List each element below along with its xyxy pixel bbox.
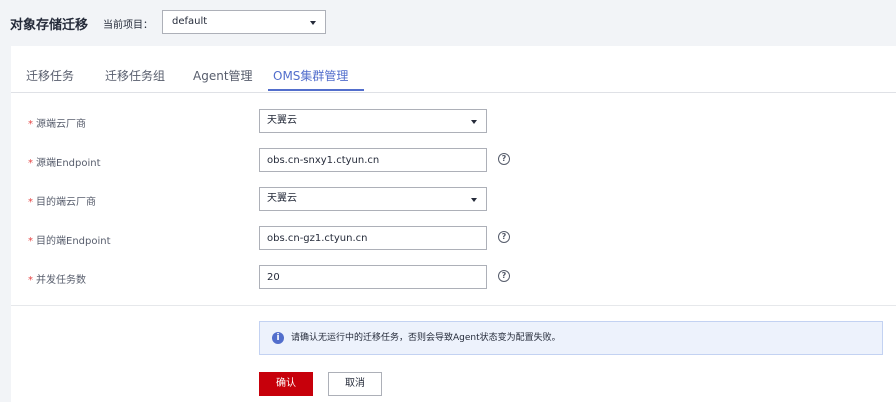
tab-agent-management[interactable]: Agent管理 <box>193 67 253 84</box>
project-select[interactable]: default <box>162 10 326 34</box>
required-mark: * <box>28 197 33 208</box>
confirm-button[interactable]: 确认 <box>259 372 313 396</box>
chevron-down-icon <box>471 198 477 202</box>
tab-oms-cluster-management[interactable]: OMS集群管理 <box>273 67 348 84</box>
source-vendor-value: 天翼云 <box>267 115 297 126</box>
dest-endpoint-label: * 目的端Endpoint <box>28 236 111 247</box>
help-icon[interactable]: ? <box>498 153 510 165</box>
notice-text: 请确认无运行中的迁移任务，否则会导致Agent状态变为配置失败。 <box>291 333 561 343</box>
required-mark: * <box>28 158 33 169</box>
help-icon[interactable]: ? <box>498 270 510 282</box>
info-icon: i <box>272 332 284 344</box>
page-header: 对象存储迁移 当前项目： default <box>0 0 896 46</box>
dest-vendor-value: 天翼云 <box>267 193 297 204</box>
cancel-button[interactable]: 取消 <box>328 372 382 396</box>
chevron-down-icon <box>471 120 477 124</box>
page-title: 对象存储迁移 <box>10 18 89 33</box>
project-label: 当前项目： <box>103 20 153 31</box>
source-endpoint-label: * 源端Endpoint <box>28 158 101 169</box>
main-panel: 迁移任务 迁移任务组 Agent管理 OMS集群管理 * 源端云厂商 天翼云 * 源… <box>11 46 896 402</box>
dest-vendor-select[interactable]: 天翼云 <box>259 187 487 211</box>
required-mark: * <box>28 236 33 247</box>
tab-bar: 迁移任务 迁移任务组 Agent管理 OMS集群管理 <box>11 46 896 93</box>
concurrency-label: * 并发任务数 <box>28 275 86 286</box>
required-mark: * <box>28 275 33 286</box>
warning-notice: i 请确认无运行中的迁移任务，否则会导致Agent状态变为配置失败。 <box>259 321 883 355</box>
project-select-value: default <box>172 16 208 27</box>
source-vendor-select[interactable]: 天翼云 <box>259 109 487 133</box>
form-divider <box>11 305 896 306</box>
source-endpoint-input[interactable] <box>259 148 487 172</box>
tab-migration-task-groups[interactable]: 迁移任务组 <box>105 67 165 84</box>
concurrency-input[interactable] <box>259 265 487 289</box>
active-tab-indicator <box>268 89 364 91</box>
required-mark: * <box>28 119 33 130</box>
source-vendor-label: * 源端云厂商 <box>28 119 86 130</box>
chevron-down-icon <box>310 21 316 25</box>
dest-vendor-label: * 目的端云厂商 <box>28 197 96 208</box>
dest-endpoint-input[interactable] <box>259 226 487 250</box>
tab-migration-tasks[interactable]: 迁移任务 <box>26 67 74 84</box>
help-icon[interactable]: ? <box>498 231 510 243</box>
